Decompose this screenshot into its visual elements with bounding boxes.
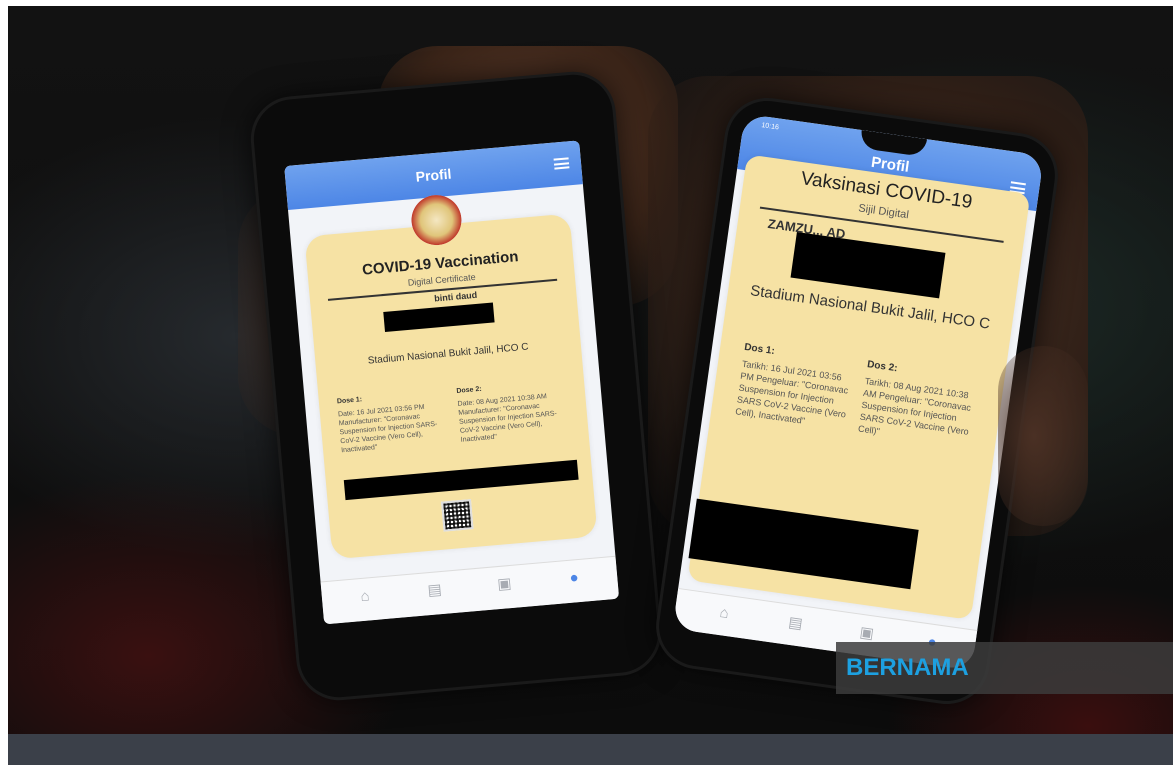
right-thumb: [998, 346, 1088, 526]
caption-bar: [8, 734, 1173, 765]
left-name-partial: binti daud: [433, 289, 478, 304]
left-dose2-details: Date: 08 Aug 2021 10:38 AM Manufacturer:…: [457, 393, 558, 444]
left-menu-icon[interactable]: [553, 157, 570, 170]
right-name-redaction: [790, 231, 946, 299]
left-location: Stadium Nasional Bukit Jalil, HCO C: [367, 341, 529, 367]
right-dose2-label: Dos 2:: [866, 359, 899, 375]
right-scan-tab-icon[interactable]: ▣: [857, 624, 877, 643]
left-dose2-label: Dose 2:: [456, 385, 482, 395]
left-name-redaction: [383, 302, 495, 332]
right-certificate-tab-icon[interactable]: ▤: [785, 614, 805, 633]
left-dose1-label: Dose 1:: [336, 396, 363, 406]
left-phone: Profil COVID-19 Vaccination Digital Cert…: [250, 71, 662, 701]
home-tab-icon[interactable]: ⌂: [355, 587, 374, 606]
certificate-tab-icon[interactable]: ▤: [425, 581, 444, 600]
right-location: Stadium Nasional Bukit Jalil, HCO C: [749, 282, 992, 333]
scan-tab-icon[interactable]: ▣: [495, 575, 514, 594]
right-dose1-details: Tarikh: 16 Jul 2021 03:56 PM Pengeluar: …: [734, 358, 849, 426]
right-home-tab-icon[interactable]: ⌂: [714, 604, 734, 622]
left-phone-screen: Profil COVID-19 Vaccination Digital Cert…: [284, 140, 620, 625]
right-dose1-label: Dos 1:: [743, 341, 776, 358]
bernama-watermark: BERNAMA: [836, 642, 1173, 694]
left-dose1-details: Date: 16 Jul 2021 03:56 PM Manufacturer:…: [337, 403, 438, 455]
right-dose2-details: Tarikh: 08 Aug 2021 10:38 AM Pengeluar: …: [857, 375, 972, 437]
watermark-text: BERNAMA: [846, 654, 969, 681]
qr-code-icon[interactable]: [441, 499, 474, 532]
left-certificate-card: COVID-19 Vaccination Digital Certificate…: [304, 192, 598, 560]
coat-of-arms-icon: [409, 192, 464, 248]
profile-tab-icon[interactable]: ●: [565, 569, 584, 588]
news-photo: Profil COVID-19 Vaccination Digital Cert…: [8, 6, 1173, 734]
right-status-time: 10:16: [760, 122, 780, 132]
